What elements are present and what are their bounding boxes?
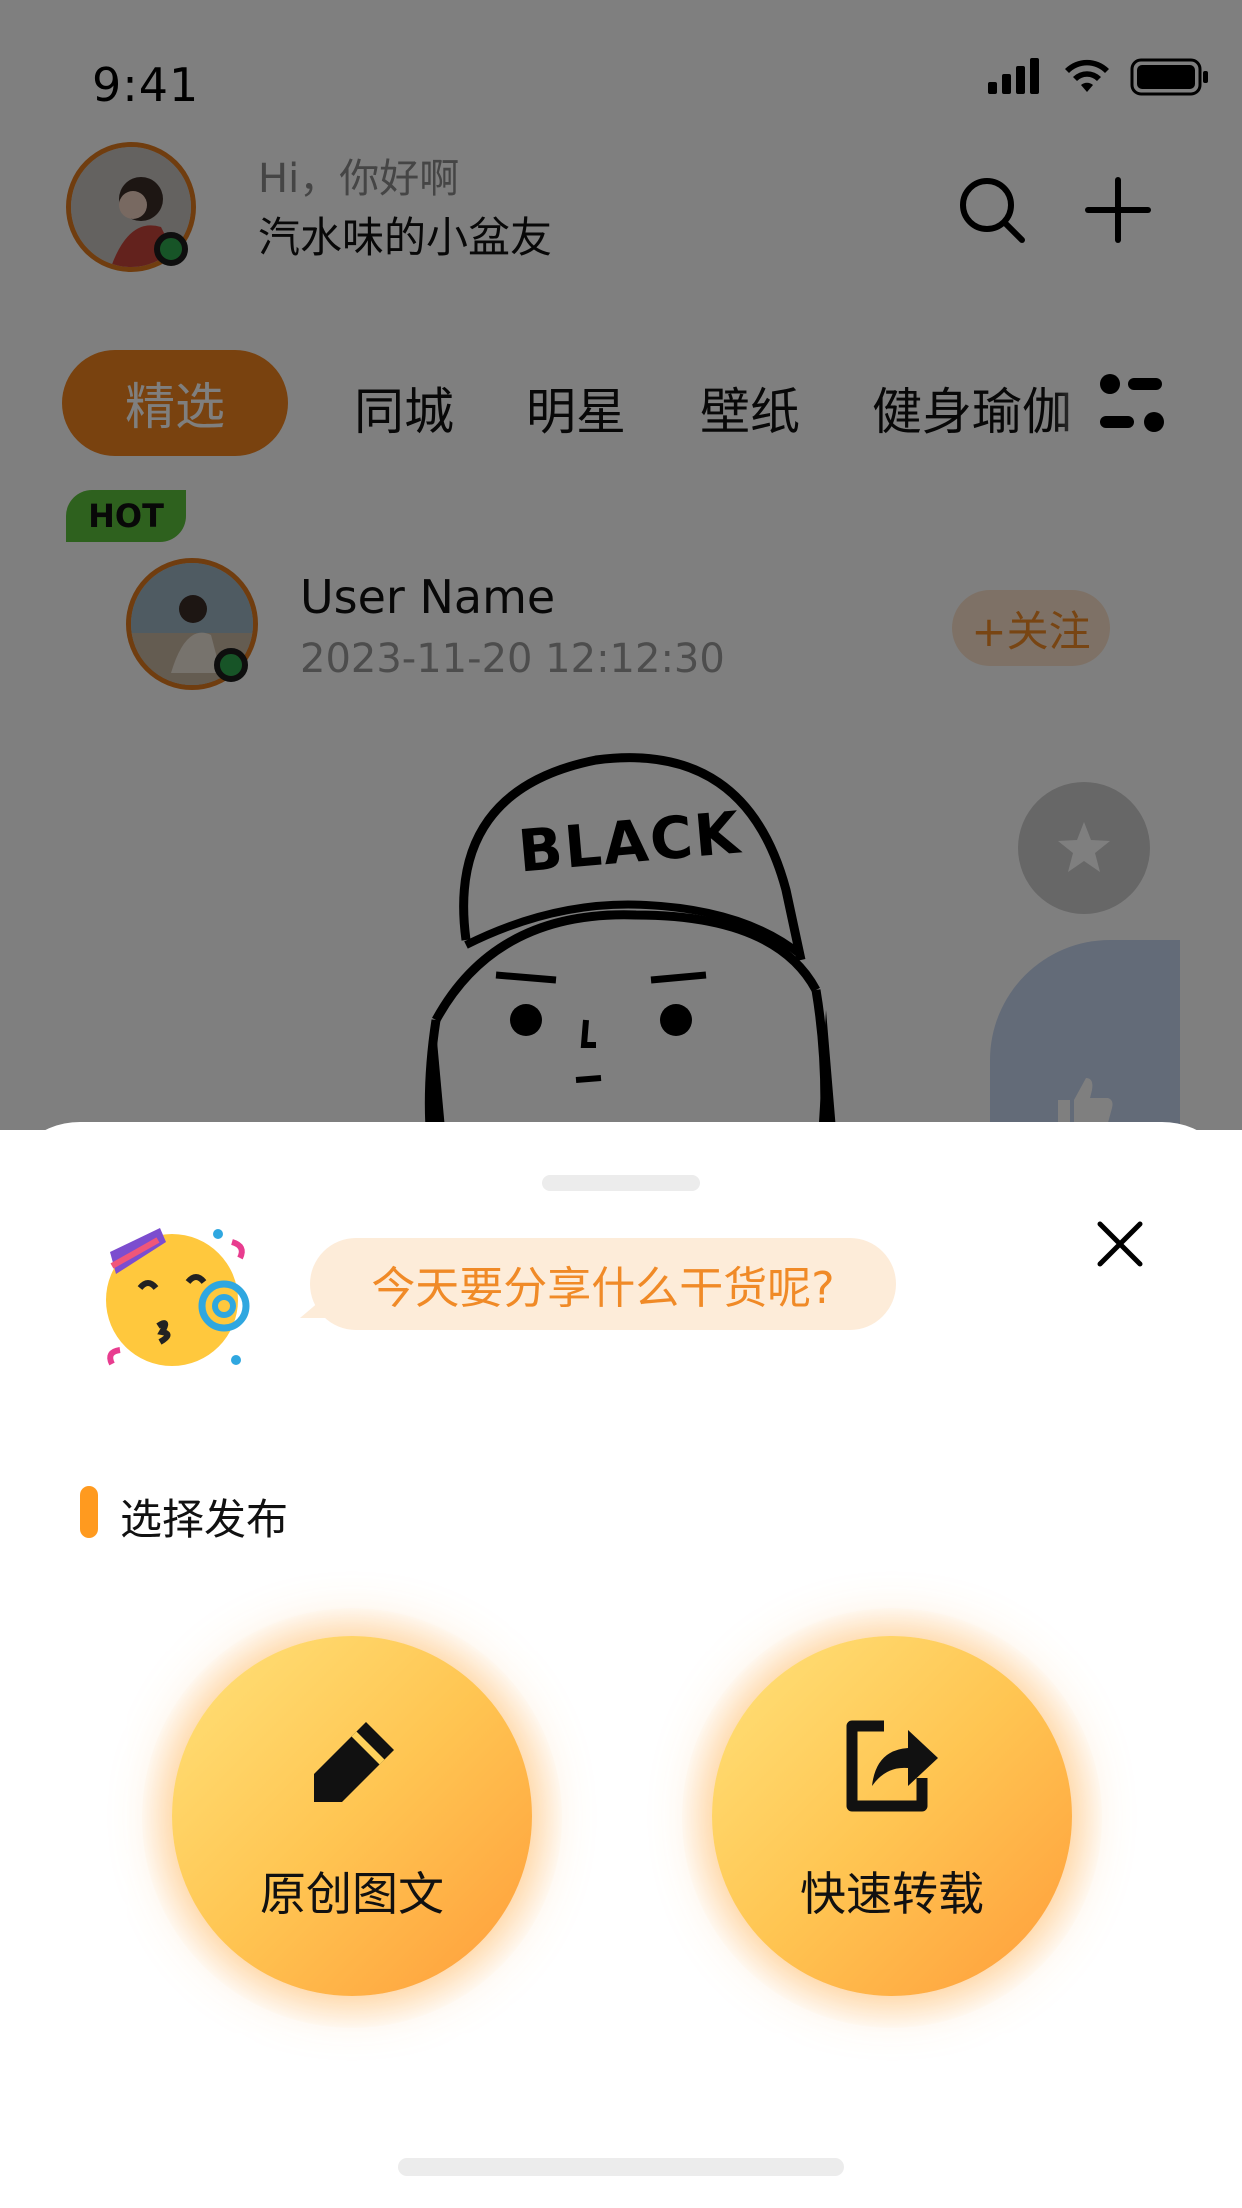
party-emoji-icon [106,1228,250,1366]
pencil-icon [314,1722,394,1802]
prompt-bubble: 今天要分享什么干货呢? [310,1238,896,1330]
section-marker [80,1486,98,1538]
original-post-label: 原创图文 [260,1867,444,1921]
quick-repost-label: 快速转载 [800,1867,984,1921]
close-icon[interactable] [1090,1214,1150,1274]
original-post-button[interactable]: 原创图文 [172,1636,532,1996]
sheet-grabber[interactable] [542,1175,700,1191]
share-icon [846,1720,938,1812]
section-title: 选择发布 [120,1495,289,1544]
quick-repost-button[interactable]: 快速转载 [712,1636,1072,1996]
modal-overlay[interactable] [0,0,1242,1130]
home-indicator[interactable] [398,2158,844,2176]
